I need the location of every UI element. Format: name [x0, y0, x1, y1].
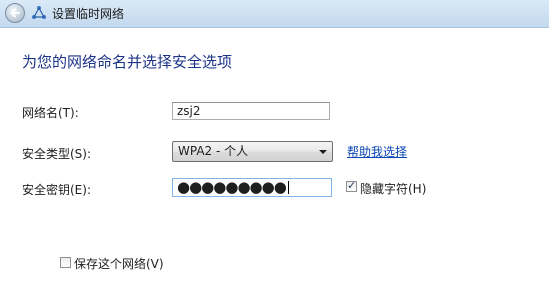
- security-key-value: ●●●●●●●●●: [177, 178, 287, 196]
- back-arrow-icon: [10, 8, 20, 18]
- hide-characters-label[interactable]: 隐藏字符(H): [360, 180, 426, 197]
- page-heading: 为您的网络命名并选择安全选项: [22, 53, 233, 71]
- security-key-label: 安全密钥(E):: [22, 183, 91, 197]
- network-icon: [32, 6, 46, 19]
- network-name-label: 网络名(T):: [22, 106, 79, 120]
- security-type-label: 安全类型(S):: [22, 147, 92, 161]
- chevron-down-icon: [319, 150, 327, 154]
- hide-characters-checkbox[interactable]: ✓: [346, 179, 357, 192]
- text-caret: [287, 181, 289, 194]
- security-type-select[interactable]: WPA2 - 个人: [172, 141, 333, 162]
- checkmark-icon: ✓: [347, 179, 357, 192]
- save-network-label[interactable]: 保存这个网络(V): [74, 255, 164, 272]
- help-me-choose-link[interactable]: 帮助我选择: [347, 143, 407, 160]
- dialog-content: 为您的网络命名并选择安全选项 网络名(T): zsj2 安全类型(S): WPA…: [0, 28, 549, 297]
- network-name-input[interactable]: zsj2: [172, 102, 330, 120]
- security-key-input[interactable]: ●●●●●●●●●: [172, 178, 332, 197]
- window-title: 设置临时网络: [52, 7, 125, 21]
- back-button[interactable]: [5, 3, 25, 23]
- title-bar: 设置临时网络: [0, 0, 549, 28]
- security-type-value: WPA2 - 个人: [178, 144, 249, 158]
- save-network-checkbox[interactable]: [60, 257, 71, 268]
